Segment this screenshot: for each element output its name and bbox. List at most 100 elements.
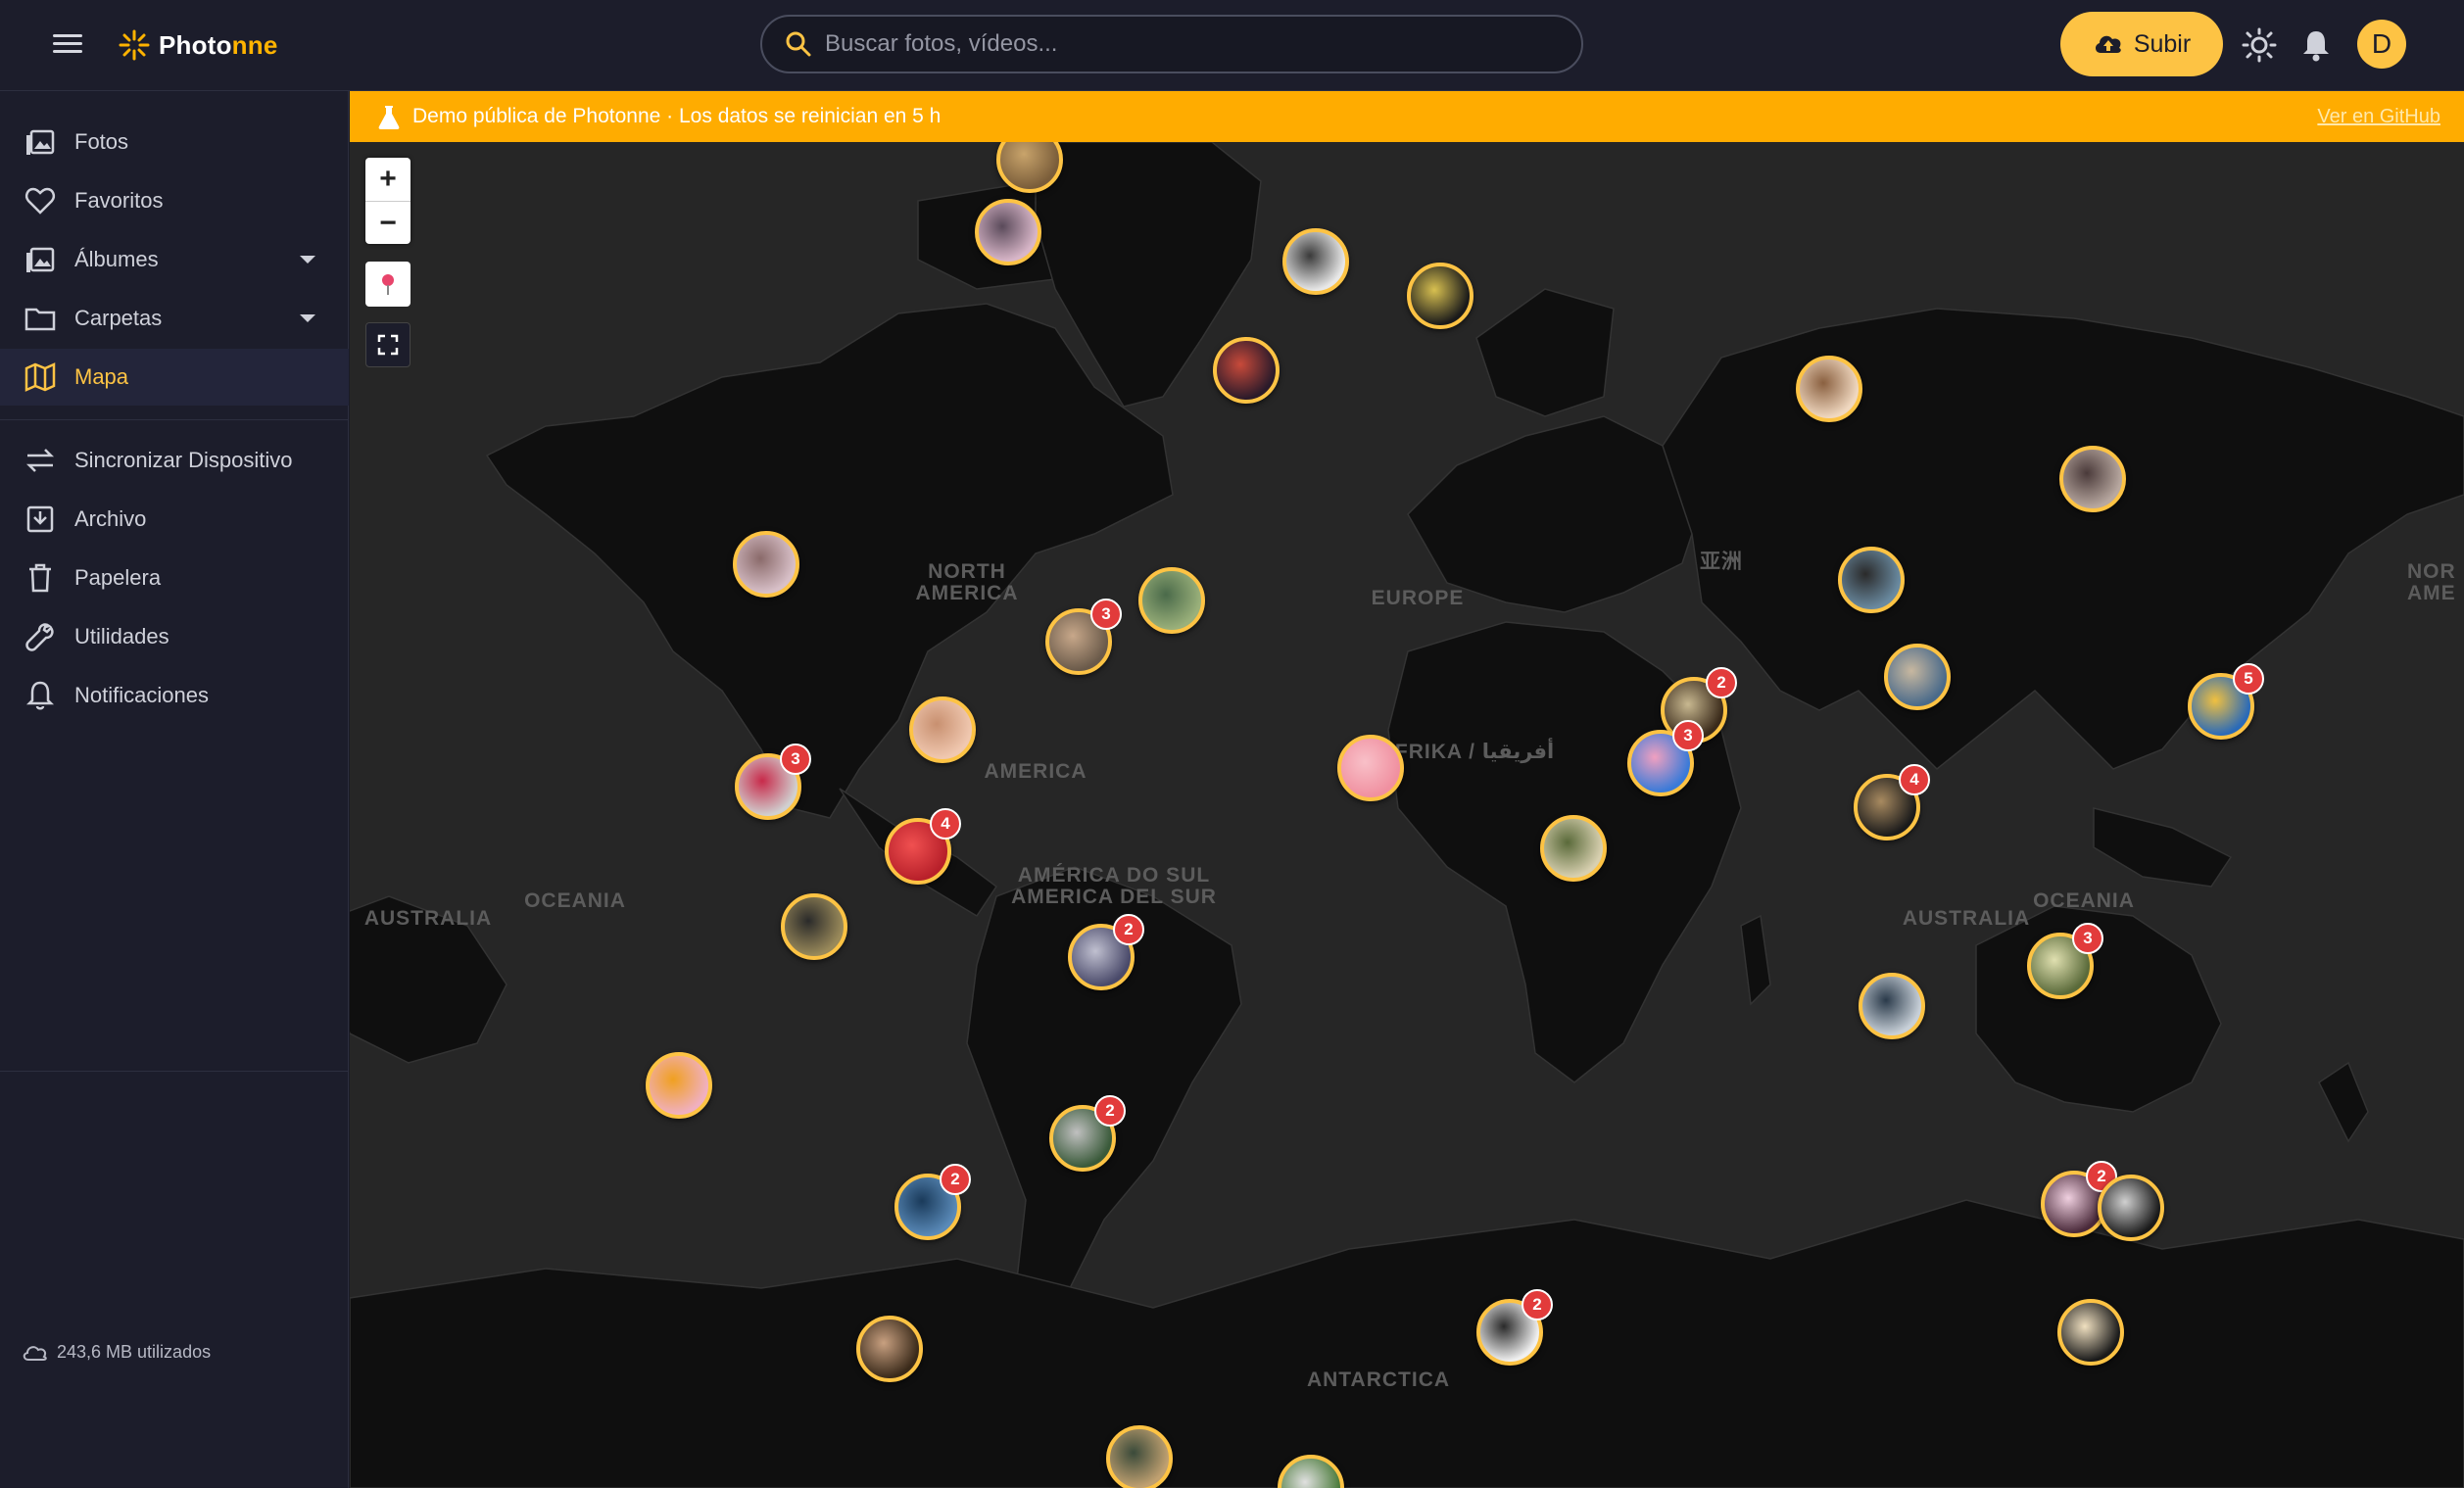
- sidebar-item-carpetas[interactable]: Carpetas: [0, 290, 349, 347]
- sidebar-item-albumes[interactable]: Álbumes: [0, 231, 349, 288]
- chevron-down-icon[interactable]: [300, 314, 315, 322]
- photo-marker[interactable]: [2098, 1175, 2164, 1241]
- cluster-count-badge: 2: [1113, 914, 1144, 945]
- cluster-count-badge: 2: [1522, 1289, 1553, 1320]
- photo-marker[interactable]: [781, 893, 847, 960]
- zoom-in-button[interactable]: +: [365, 158, 411, 201]
- sidebar-item-sincronizar-dispositivo[interactable]: Sincronizar Dispositivo: [0, 432, 349, 489]
- photo-marker[interactable]: [1884, 644, 1951, 710]
- top-bar: Photonne Subir D: [0, 0, 2464, 91]
- map-icon: [24, 362, 56, 392]
- photo-cluster-marker[interactable]: 3: [735, 744, 811, 820]
- theme-toggle-icon[interactable]: [2242, 27, 2277, 63]
- label-south-america: AMÉRICA DO SUL AMERICA DEL SUR: [1011, 864, 1217, 908]
- label-north-america: NORTH AMERICA: [915, 560, 1019, 604]
- photo-marker[interactable]: [733, 531, 799, 598]
- zoom-out-button[interactable]: −: [365, 201, 411, 244]
- app-name: Photonne: [159, 29, 278, 60]
- photo-marker[interactable]: [646, 1052, 712, 1119]
- menu-icon[interactable]: [49, 29, 86, 61]
- logo-icon: [119, 29, 150, 61]
- sidebar-item-label: Mapa: [74, 364, 129, 389]
- sidebar-item-favoritos[interactable]: Favoritos: [0, 172, 349, 229]
- photo-cluster-marker[interactable]: 5: [2188, 663, 2264, 740]
- photo-marker[interactable]: [909, 696, 976, 763]
- demo-banner: Demo pública de Photonne · Los datos se …: [350, 91, 2464, 142]
- photo-cluster-marker[interactable]: 2: [894, 1164, 971, 1240]
- label-europe: EUROPE: [1371, 587, 1465, 609]
- cloud-upload-icon: [2095, 35, 2121, 53]
- photo-marker[interactable]: [1540, 815, 1607, 882]
- sidebar-item-label: Notificaciones: [74, 683, 209, 707]
- sidebar-item-mapa[interactable]: Mapa: [0, 349, 349, 406]
- sidebar-item-label: Papelera: [74, 565, 162, 590]
- flask-icon: [378, 106, 400, 129]
- banner-text: Demo pública de Photonne · Los datos se …: [412, 105, 942, 127]
- label-oceania: OCEANIA: [2033, 889, 2135, 912]
- cluster-count-badge: 4: [930, 808, 961, 840]
- upload-label: Subir: [2133, 29, 2192, 58]
- storage-usage: 243,6 MB utilizados: [22, 1342, 211, 1363]
- sidebar-item-label: Sincronizar Dispositivo: [74, 448, 293, 472]
- photo-marker[interactable]: [2057, 1299, 2124, 1366]
- photo-cluster-marker[interactable]: 3: [2027, 923, 2103, 999]
- cluster-count-badge: 3: [1090, 599, 1122, 630]
- photo-marker[interactable]: [1407, 263, 1474, 329]
- photo-marker[interactable]: [1859, 973, 1925, 1039]
- cluster-count-badge: 5: [2233, 663, 2264, 695]
- sidebar-item-label: Carpetas: [74, 306, 163, 330]
- sidebar-item-fotos[interactable]: Fotos: [0, 114, 349, 170]
- search-icon: [786, 31, 811, 57]
- photo-cluster-marker[interactable]: 2: [1476, 1289, 1553, 1366]
- photo-cluster-marker[interactable]: 3: [1627, 720, 1704, 796]
- cluster-count-badge: 4: [1899, 764, 1930, 795]
- cluster-count-badge: 3: [780, 744, 811, 775]
- photo-marker[interactable]: [1138, 567, 1205, 634]
- cluster-count-badge: 2: [940, 1164, 971, 1195]
- label-america: AMERICA: [984, 760, 1087, 783]
- photo-cluster-marker[interactable]: 2: [1049, 1095, 1126, 1172]
- sidebar-item-utilidades[interactable]: Utilidades: [0, 608, 349, 665]
- photo-marker[interactable]: [2059, 446, 2126, 512]
- photo-marker[interactable]: [1337, 735, 1404, 801]
- albums-icon: [26, 247, 55, 272]
- heart-icon: [24, 187, 56, 215]
- photo-cluster-marker[interactable]: 2: [1068, 914, 1144, 990]
- archive-icon: [26, 505, 54, 533]
- sidebar-item-archivo[interactable]: Archivo: [0, 491, 349, 548]
- photo-cluster-marker[interactable]: 4: [1854, 764, 1930, 840]
- photo-marker[interactable]: [1213, 337, 1280, 404]
- fullscreen-button[interactable]: [365, 322, 411, 367]
- photo-cluster-marker[interactable]: 3: [1045, 599, 1122, 675]
- label-antarctica: ANTARCTICA: [1306, 1368, 1451, 1391]
- sidebar-item-notificaciones[interactable]: Notificaciones: [0, 667, 349, 724]
- location-pin-button[interactable]: [365, 262, 411, 307]
- photo-marker[interactable]: [975, 199, 1041, 265]
- bell-icon: [25, 681, 55, 710]
- notifications-bell-icon[interactable]: [2298, 27, 2334, 63]
- label-asia: 亚洲: [1700, 551, 1743, 573]
- photo-cluster-marker[interactable]: 4: [885, 808, 961, 885]
- label-north-america-right: NOR AME: [2407, 560, 2456, 604]
- world-map: [350, 142, 2464, 1488]
- wrench-icon: [25, 623, 54, 651]
- photo-marker[interactable]: [1796, 356, 1862, 422]
- upload-button[interactable]: Subir: [2060, 12, 2223, 76]
- sidebar-divider: [0, 1071, 349, 1072]
- sidebar-item-papelera[interactable]: Papelera: [0, 550, 349, 606]
- photo-marker[interactable]: [1106, 1425, 1173, 1488]
- trash-icon: [29, 563, 51, 593]
- photo-marker[interactable]: [856, 1316, 923, 1382]
- photo-marker[interactable]: [1838, 547, 1905, 613]
- sidebar-item-label: Álbumes: [74, 247, 159, 271]
- map-view[interactable]: NORTH AMERICA AMERICA AMÉRICA DO SUL AME…: [350, 142, 2464, 1488]
- user-avatar[interactable]: D: [2357, 20, 2406, 69]
- app-logo[interactable]: Photonne: [118, 25, 277, 65]
- github-link[interactable]: Ver en GitHub: [2317, 106, 2440, 128]
- search-input[interactable]: [825, 30, 1550, 58]
- photo-marker[interactable]: [1282, 228, 1349, 295]
- search-bar[interactable]: [760, 15, 1583, 73]
- chevron-down-icon[interactable]: [300, 256, 315, 264]
- sidebar-item-label: Archivo: [74, 506, 147, 531]
- photos-icon: [26, 129, 55, 155]
